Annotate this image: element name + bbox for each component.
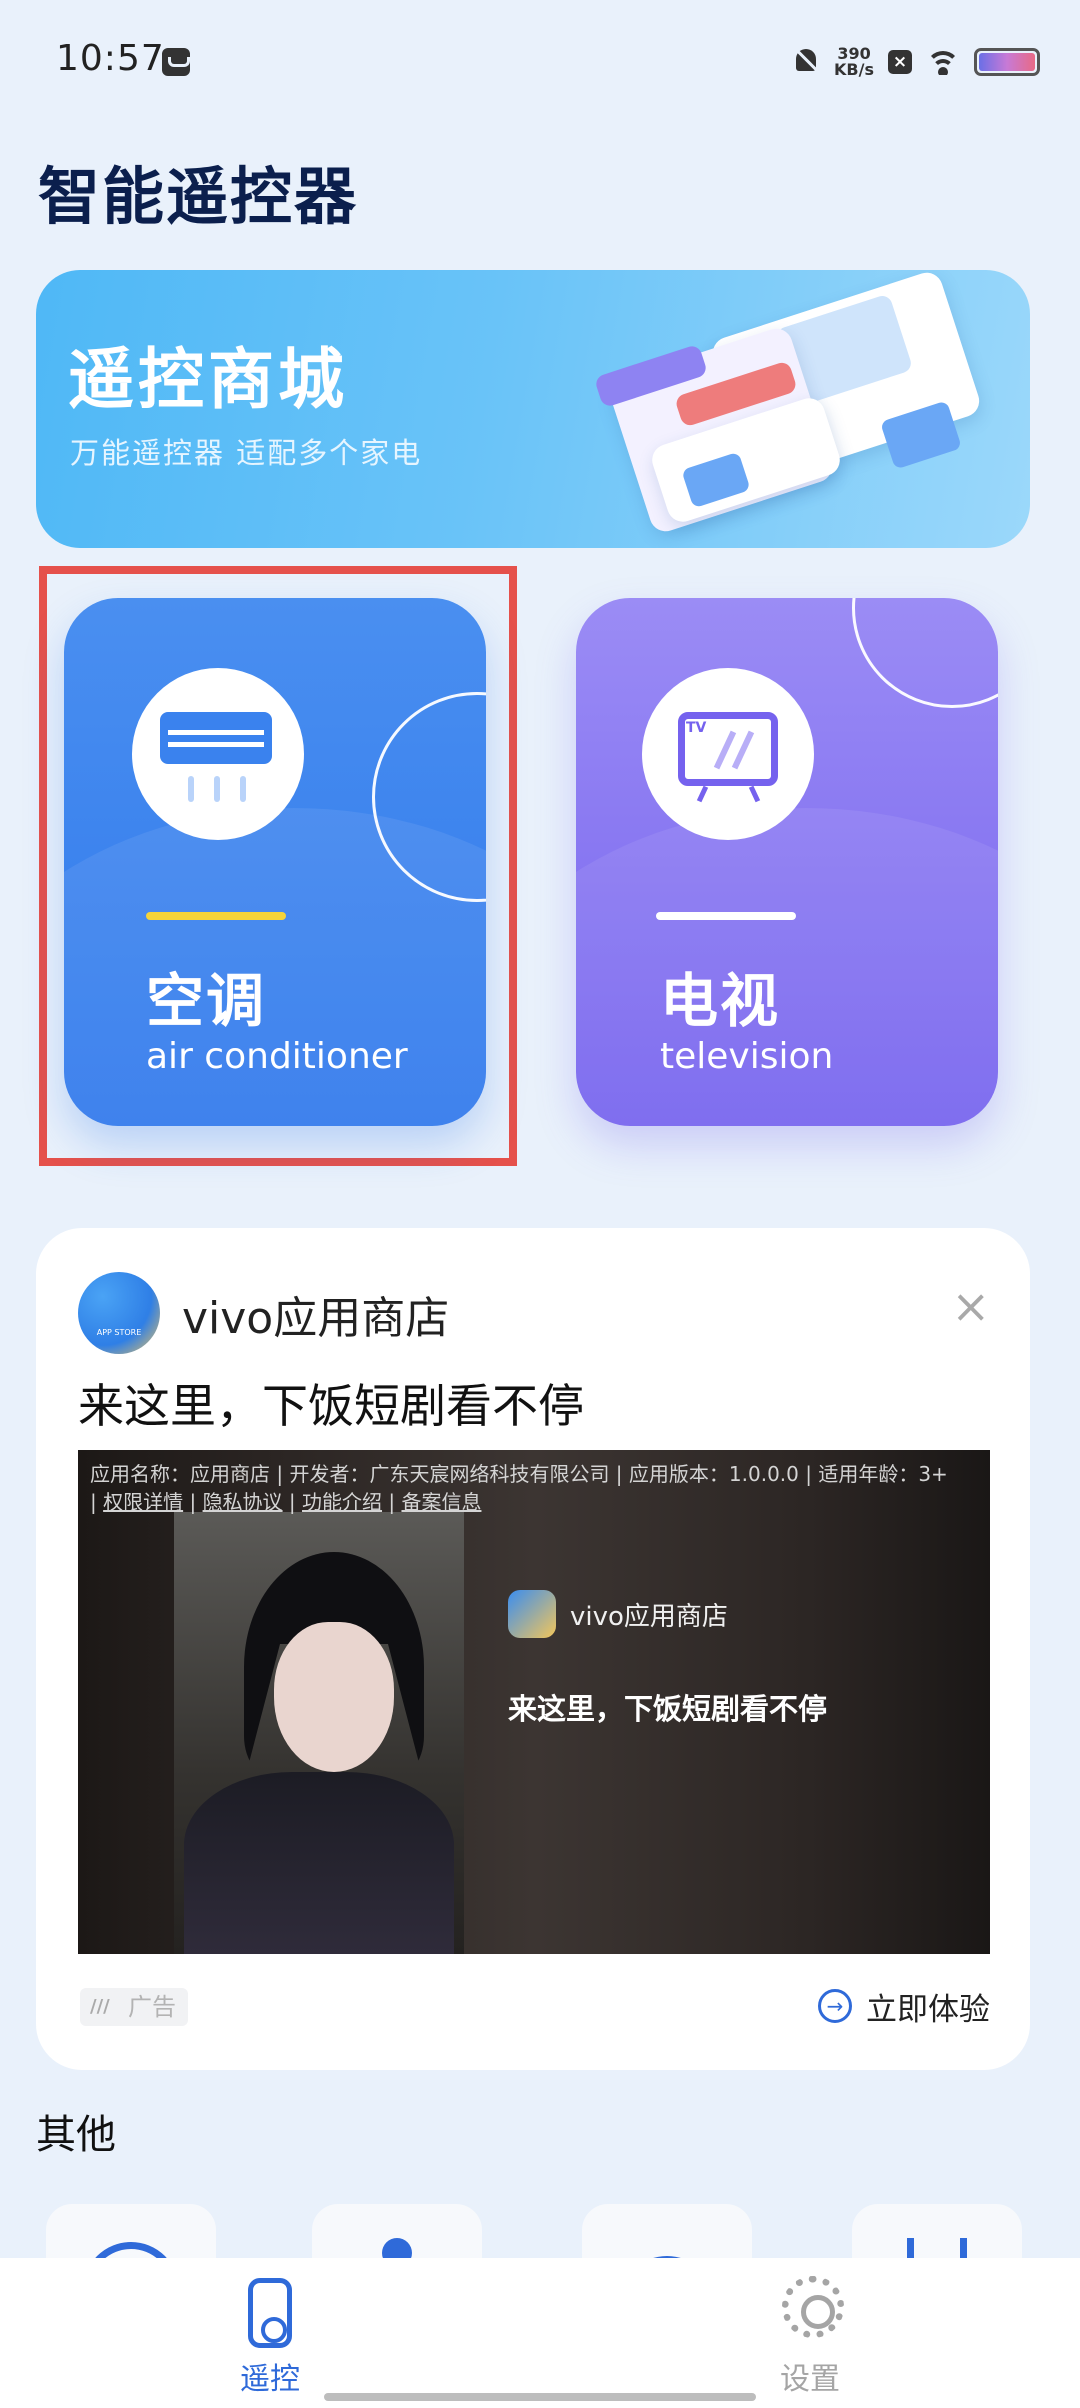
banner-title: 遥控商城 — [68, 341, 348, 418]
nav-tab-settings[interactable]: 设置 — [710, 2270, 910, 2400]
ad-video[interactable]: 应用名称：应用商店 | 开发者：广东天宸网络科技有限公司 | 应用版本：1.0.… — [78, 1450, 990, 1954]
ad-card[interactable]: vivo应用商店 × 来这里，下饭短剧看不停 应用名称：应用商店 | 开发者：广… — [36, 1228, 1030, 2070]
others-heading: 其他 — [36, 2112, 116, 2158]
home-indicator[interactable] — [324, 2393, 756, 2401]
remote-control-icon — [248, 2278, 292, 2348]
close-icon[interactable]: × — [951, 1283, 990, 1329]
try-now-label: 立即体验 — [866, 1991, 990, 2028]
ad-app-info: 应用名称：应用商店 | 开发者：广东天宸网络科技有限公司 | 应用版本：1.0.… — [90, 1462, 948, 1514]
card-subtitle: air conditioner — [146, 1036, 408, 1077]
status-bar: 10:57 390 KB/s × — [0, 0, 1080, 120]
card-subtitle: television — [660, 1036, 834, 1077]
card-title: 空调 — [146, 967, 267, 1035]
x-badge-icon: × — [888, 50, 912, 74]
television-card[interactable]: TV 电视 television — [576, 598, 998, 1126]
wifi-icon — [926, 49, 960, 75]
media-app-name: vivo应用商店 — [570, 1602, 728, 1632]
media-slogan: 来这里，下饭短剧看不停 — [508, 1692, 828, 1726]
remote-mall-banner[interactable]: 遥控商城 万能遥控器 适配多个家电 — [36, 270, 1030, 548]
privacy-policy-link[interactable]: 隐私协议 — [203, 1490, 283, 1514]
page-title: 智能遥控器 — [38, 160, 359, 233]
ad-tag: 广告 — [80, 1988, 188, 2026]
gear-icon — [782, 2276, 844, 2338]
battery-icon — [974, 48, 1040, 76]
try-now-button[interactable]: → 立即体验 — [818, 1982, 990, 2030]
filing-info-link[interactable]: 备案信息 — [401, 1490, 481, 1514]
net-speed: 390 KB/s — [834, 44, 874, 79]
air-conditioner-icon — [132, 668, 304, 840]
ad-character-image — [174, 1512, 464, 1954]
air-conditioner-card[interactable]: 空调 air conditioner — [64, 598, 486, 1126]
bottom-nav: 遥控 设置 — [0, 2258, 1080, 2408]
arrow-right-circle-icon: → — [818, 1989, 852, 2023]
message-notification-icon — [162, 48, 190, 76]
status-time: 10:57 — [56, 38, 165, 79]
permission-details-link[interactable]: 权限详情 — [103, 1490, 183, 1514]
banner-illustration — [556, 270, 1030, 548]
mute-bell-icon — [792, 47, 821, 77]
card-accent-bar — [146, 912, 286, 920]
feature-intro-link[interactable]: 功能介绍 — [302, 1490, 382, 1514]
nav-tab-label: 遥控 — [240, 2362, 300, 2397]
banner-subtitle: 万能遥控器 适配多个家电 — [70, 436, 423, 470]
nav-tab-remote[interactable]: 遥控 — [170, 2270, 370, 2400]
television-icon: TV — [642, 668, 814, 840]
card-title: 电视 — [660, 967, 781, 1035]
media-app-logo — [508, 1590, 556, 1638]
ad-slogan: 来这里，下饭短剧看不停 — [78, 1379, 584, 1433]
card-accent-bar — [656, 912, 796, 920]
nav-tab-label: 设置 — [780, 2362, 840, 2397]
app-store-logo — [78, 1272, 160, 1354]
ad-app-name: vivo应用商店 — [182, 1293, 450, 1344]
status-icons: 390 KB/s × — [792, 40, 1040, 84]
